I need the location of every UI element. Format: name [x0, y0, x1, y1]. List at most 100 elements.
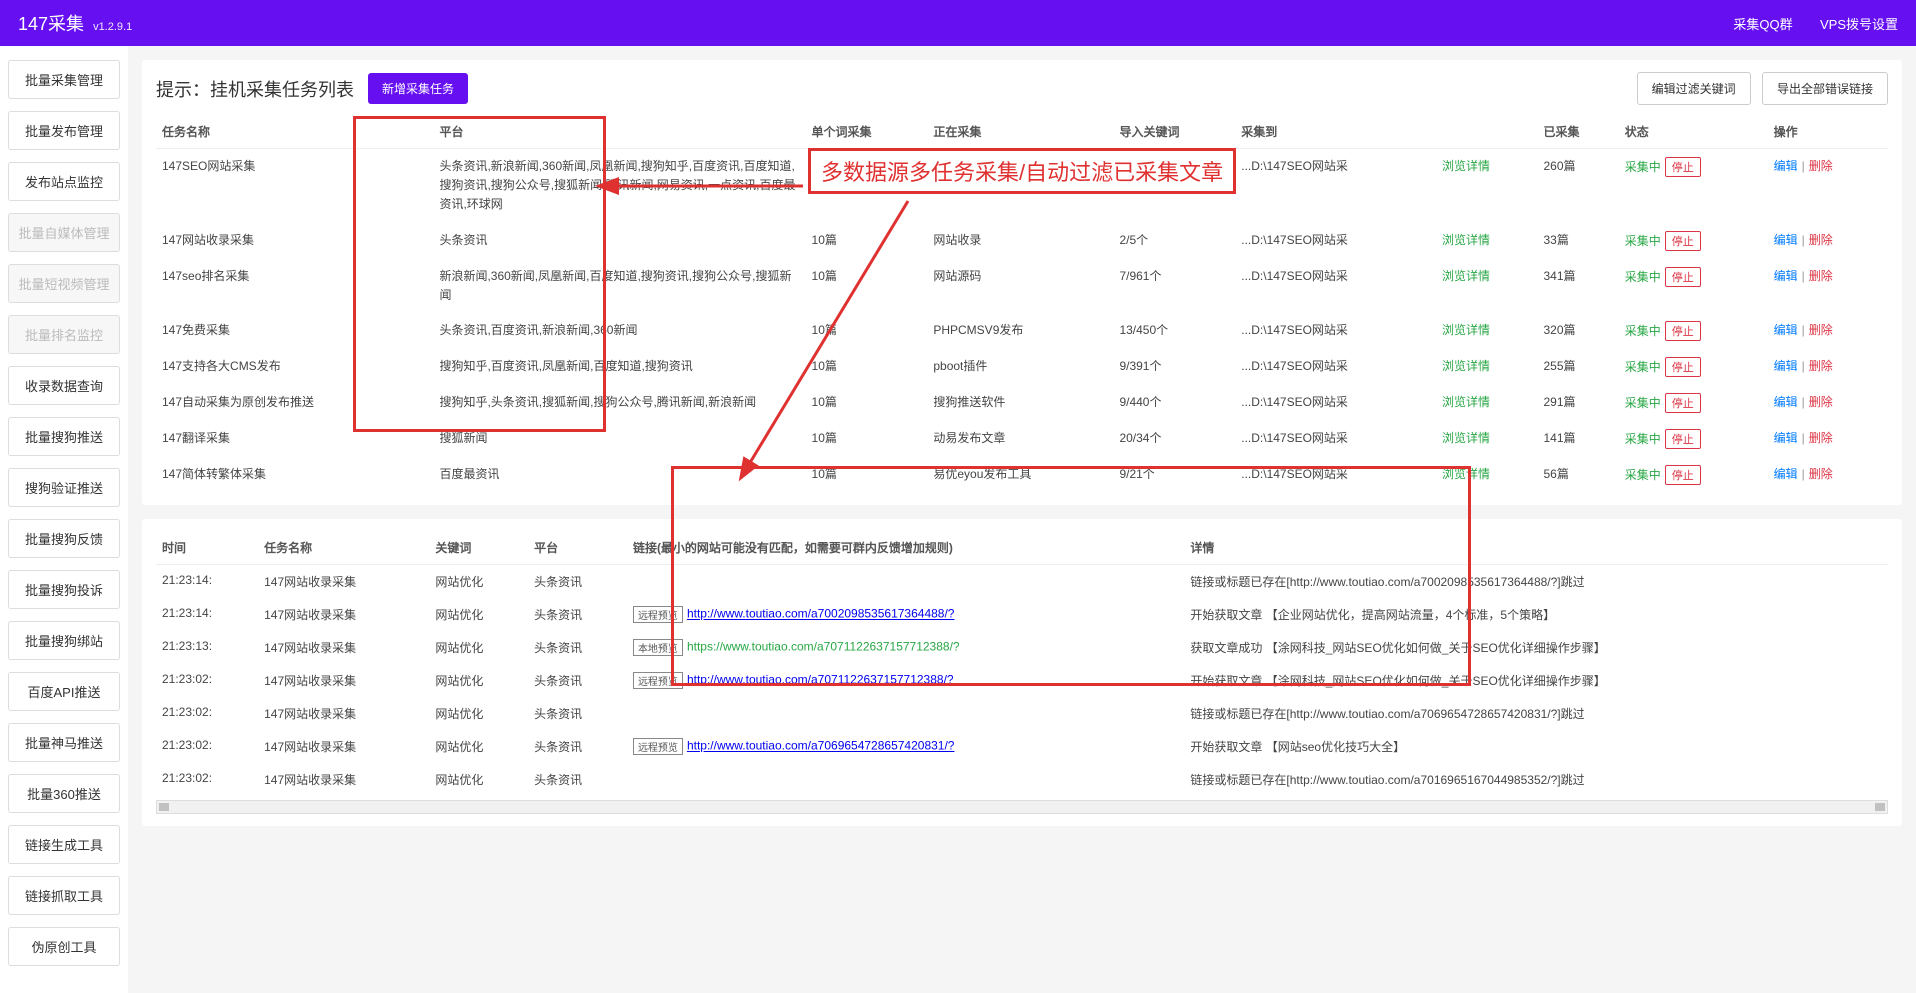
task-stop-button[interactable]: 停止 [1665, 157, 1701, 177]
task-platform: 新浪新闻,360新闻,凤凰新闻,百度知道,搜狗资讯,搜狗公众号,搜狐新闻 [433, 259, 805, 313]
task-detail-link[interactable]: 浏览详情 [1442, 431, 1490, 445]
log-detail: 开始获取文章 【涂网科技_网站SEO优化如何做_关于SEO优化详细操作步骤】 [1184, 664, 1888, 697]
task-edit-link[interactable]: 编辑 [1774, 233, 1798, 247]
task-platform: 搜狗知乎,百度资讯,凤凰新闻,百度知道,搜狗资讯 [433, 349, 805, 385]
task-done: 291篇 [1538, 385, 1619, 421]
log-scroll[interactable]: 时间任务名称关键词平台链接(最小的网站可能没有匹配，如需要可群内反馈增加规则)详… [156, 531, 1888, 796]
task-delete-link[interactable]: 删除 [1809, 233, 1833, 247]
task-delete-link[interactable]: 删除 [1809, 323, 1833, 337]
log-column-header: 关键词 [429, 531, 528, 565]
task-detail-link[interactable]: 浏览详情 [1442, 323, 1490, 337]
sidebar-item-11[interactable]: 批量搜狗绑站 [8, 621, 120, 660]
task-detail-link[interactable]: 浏览详情 [1442, 359, 1490, 373]
tasks-panel-title: 提示：挂机采集任务列表 [156, 76, 354, 102]
task-stop-button[interactable]: 停止 [1665, 231, 1701, 251]
log-time: 21:23:13: [156, 631, 258, 664]
sidebar-item-8[interactable]: 搜狗验证推送 [8, 468, 120, 507]
task-detail-link[interactable]: 浏览详情 [1442, 467, 1490, 481]
log-column-header: 链接(最小的网站可能没有匹配，如需要可群内反馈增加规则) [627, 531, 1184, 565]
task-platform: 头条资讯,新浪新闻,360新闻,凤凰新闻,搜狗知乎,百度资讯,百度知道,搜狗资讯… [433, 149, 805, 223]
log-keyword: 网站优化 [429, 697, 528, 730]
sidebar-item-6[interactable]: 收录数据查询 [8, 366, 120, 405]
sidebar-item-10[interactable]: 批量搜狗投诉 [8, 570, 120, 609]
task-delete-link[interactable]: 删除 [1809, 395, 1833, 409]
task-status: 采集中 [1625, 396, 1661, 410]
filter-keywords-button[interactable]: 编辑过滤关键词 [1637, 72, 1751, 105]
log-link-cell [627, 564, 1184, 598]
task-edit-link[interactable]: 编辑 [1774, 269, 1798, 283]
log-link[interactable]: http://www.toutiao.com/a7069654728657420… [687, 739, 955, 753]
log-keyword: 网站优化 [429, 598, 528, 631]
sidebar-item-13[interactable]: 批量神马推送 [8, 723, 120, 762]
log-time: 21:23:14: [156, 598, 258, 631]
task-stop-button[interactable]: 停止 [1665, 429, 1701, 449]
topbar-right: 采集QQ群 VPS拨号设置 [1709, 14, 1898, 33]
task-status: 采集中 [1625, 468, 1661, 482]
table-row: 147免费采集头条资讯,百度资讯,新浪新闻,360新闻10篇PHPCMSV9发布… [156, 313, 1888, 349]
task-status: 采集中 [1625, 270, 1661, 284]
task-stop-button[interactable]: 停止 [1665, 321, 1701, 341]
task-delete-link[interactable]: 删除 [1809, 269, 1833, 283]
tasks-column-header: 单个词采集 [806, 115, 928, 149]
task-keywords: 9/391个 [1113, 349, 1235, 385]
sidebar-item-9[interactable]: 批量搜狗反馈 [8, 519, 120, 558]
task-delete-link[interactable]: 删除 [1809, 467, 1833, 481]
sidebar-item-2[interactable]: 发布站点监控 [8, 162, 120, 201]
task-edit-link[interactable]: 编辑 [1774, 431, 1798, 445]
task-done: 33篇 [1538, 223, 1619, 259]
sidebar-item-12[interactable]: 百度API推送 [8, 672, 120, 711]
log-link-cell: 远程预览http://www.toutiao.com/a700209853561… [627, 598, 1184, 631]
log-platform: 头条资讯 [528, 730, 627, 763]
task-detail-link[interactable]: 浏览详情 [1442, 233, 1490, 247]
log-column-header: 任务名称 [258, 531, 429, 565]
task-delete-link[interactable]: 删除 [1809, 159, 1833, 173]
log-time: 21:23:02: [156, 664, 258, 697]
sidebar-item-7[interactable]: 批量搜狗推送 [8, 417, 120, 456]
task-stop-button[interactable]: 停止 [1665, 267, 1701, 287]
task-name: 147简体转繁体采集 [156, 457, 433, 493]
log-link[interactable]: http://www.toutiao.com/a7071122637157712… [687, 673, 954, 687]
sidebar-item-14[interactable]: 批量360推送 [8, 774, 120, 813]
sidebar-item-16[interactable]: 链接抓取工具 [8, 876, 120, 915]
task-delete-link[interactable]: 删除 [1809, 359, 1833, 373]
task-edit-link[interactable]: 编辑 [1774, 395, 1798, 409]
horizontal-scrollbar[interactable] [156, 800, 1888, 814]
task-detail-link[interactable]: 浏览详情 [1442, 395, 1490, 409]
task-name: 147网站收录采集 [156, 223, 433, 259]
task-stop-button[interactable]: 停止 [1665, 393, 1701, 413]
log-task: 147网站收录采集 [258, 564, 429, 598]
task-edit-link[interactable]: 编辑 [1774, 359, 1798, 373]
task-stop-button[interactable]: 停止 [1665, 357, 1701, 377]
task-edit-link[interactable]: 编辑 [1774, 323, 1798, 337]
log-link[interactable]: http://www.toutiao.com/a7002098535617364… [687, 607, 955, 621]
table-row: 147翻译采集搜狐新闻10篇动易发布文章20/34个...D:\147SEO网站… [156, 421, 1888, 457]
task-current: 网站优化 [927, 149, 1113, 223]
task-edit-link[interactable]: 编辑 [1774, 467, 1798, 481]
task-detail-link[interactable]: 浏览详情 [1442, 159, 1490, 173]
log-column-header: 时间 [156, 531, 258, 565]
task-delete-link[interactable]: 删除 [1809, 431, 1833, 445]
sidebar-item-15[interactable]: 链接生成工具 [8, 825, 120, 864]
sidebar-item-17[interactable]: 伪原创工具 [8, 927, 120, 966]
log-platform: 头条资讯 [528, 763, 627, 796]
log-task: 147网站收录采集 [258, 598, 429, 631]
task-status: 采集中 [1625, 324, 1661, 338]
task-name: 147支持各大CMS发布 [156, 349, 433, 385]
tasks-column-header: 导入关键词 [1113, 115, 1235, 149]
task-dest: ...D:\147SEO网站采 [1235, 349, 1436, 385]
log-detail: 开始获取文章 【网站seo优化技巧大全】 [1184, 730, 1888, 763]
log-row: 21:23:02:147网站收录采集网站优化头条资讯链接或标题已存在[http:… [156, 763, 1888, 796]
log-link[interactable]: https://www.toutiao.com/a707112263715771… [687, 640, 960, 654]
task-stop-button[interactable]: 停止 [1665, 465, 1701, 485]
add-task-button[interactable]: 新增采集任务 [368, 73, 468, 104]
task-edit-link[interactable]: 编辑 [1774, 159, 1798, 173]
qq-group-link[interactable]: 采集QQ群 [1733, 17, 1792, 32]
task-keywords: 7/968个 [1113, 149, 1235, 223]
task-platform: 头条资讯,百度资讯,新浪新闻,360新闻 [433, 313, 805, 349]
sidebar-item-1[interactable]: 批量发布管理 [8, 111, 120, 150]
export-errors-button[interactable]: 导出全部错误链接 [1762, 72, 1888, 105]
task-detail-link[interactable]: 浏览详情 [1442, 269, 1490, 283]
vps-settings-link[interactable]: VPS拨号设置 [1820, 17, 1898, 32]
sidebar-item-0[interactable]: 批量采集管理 [8, 60, 120, 99]
sidebar-item-5: 批量排名监控 [8, 315, 120, 354]
